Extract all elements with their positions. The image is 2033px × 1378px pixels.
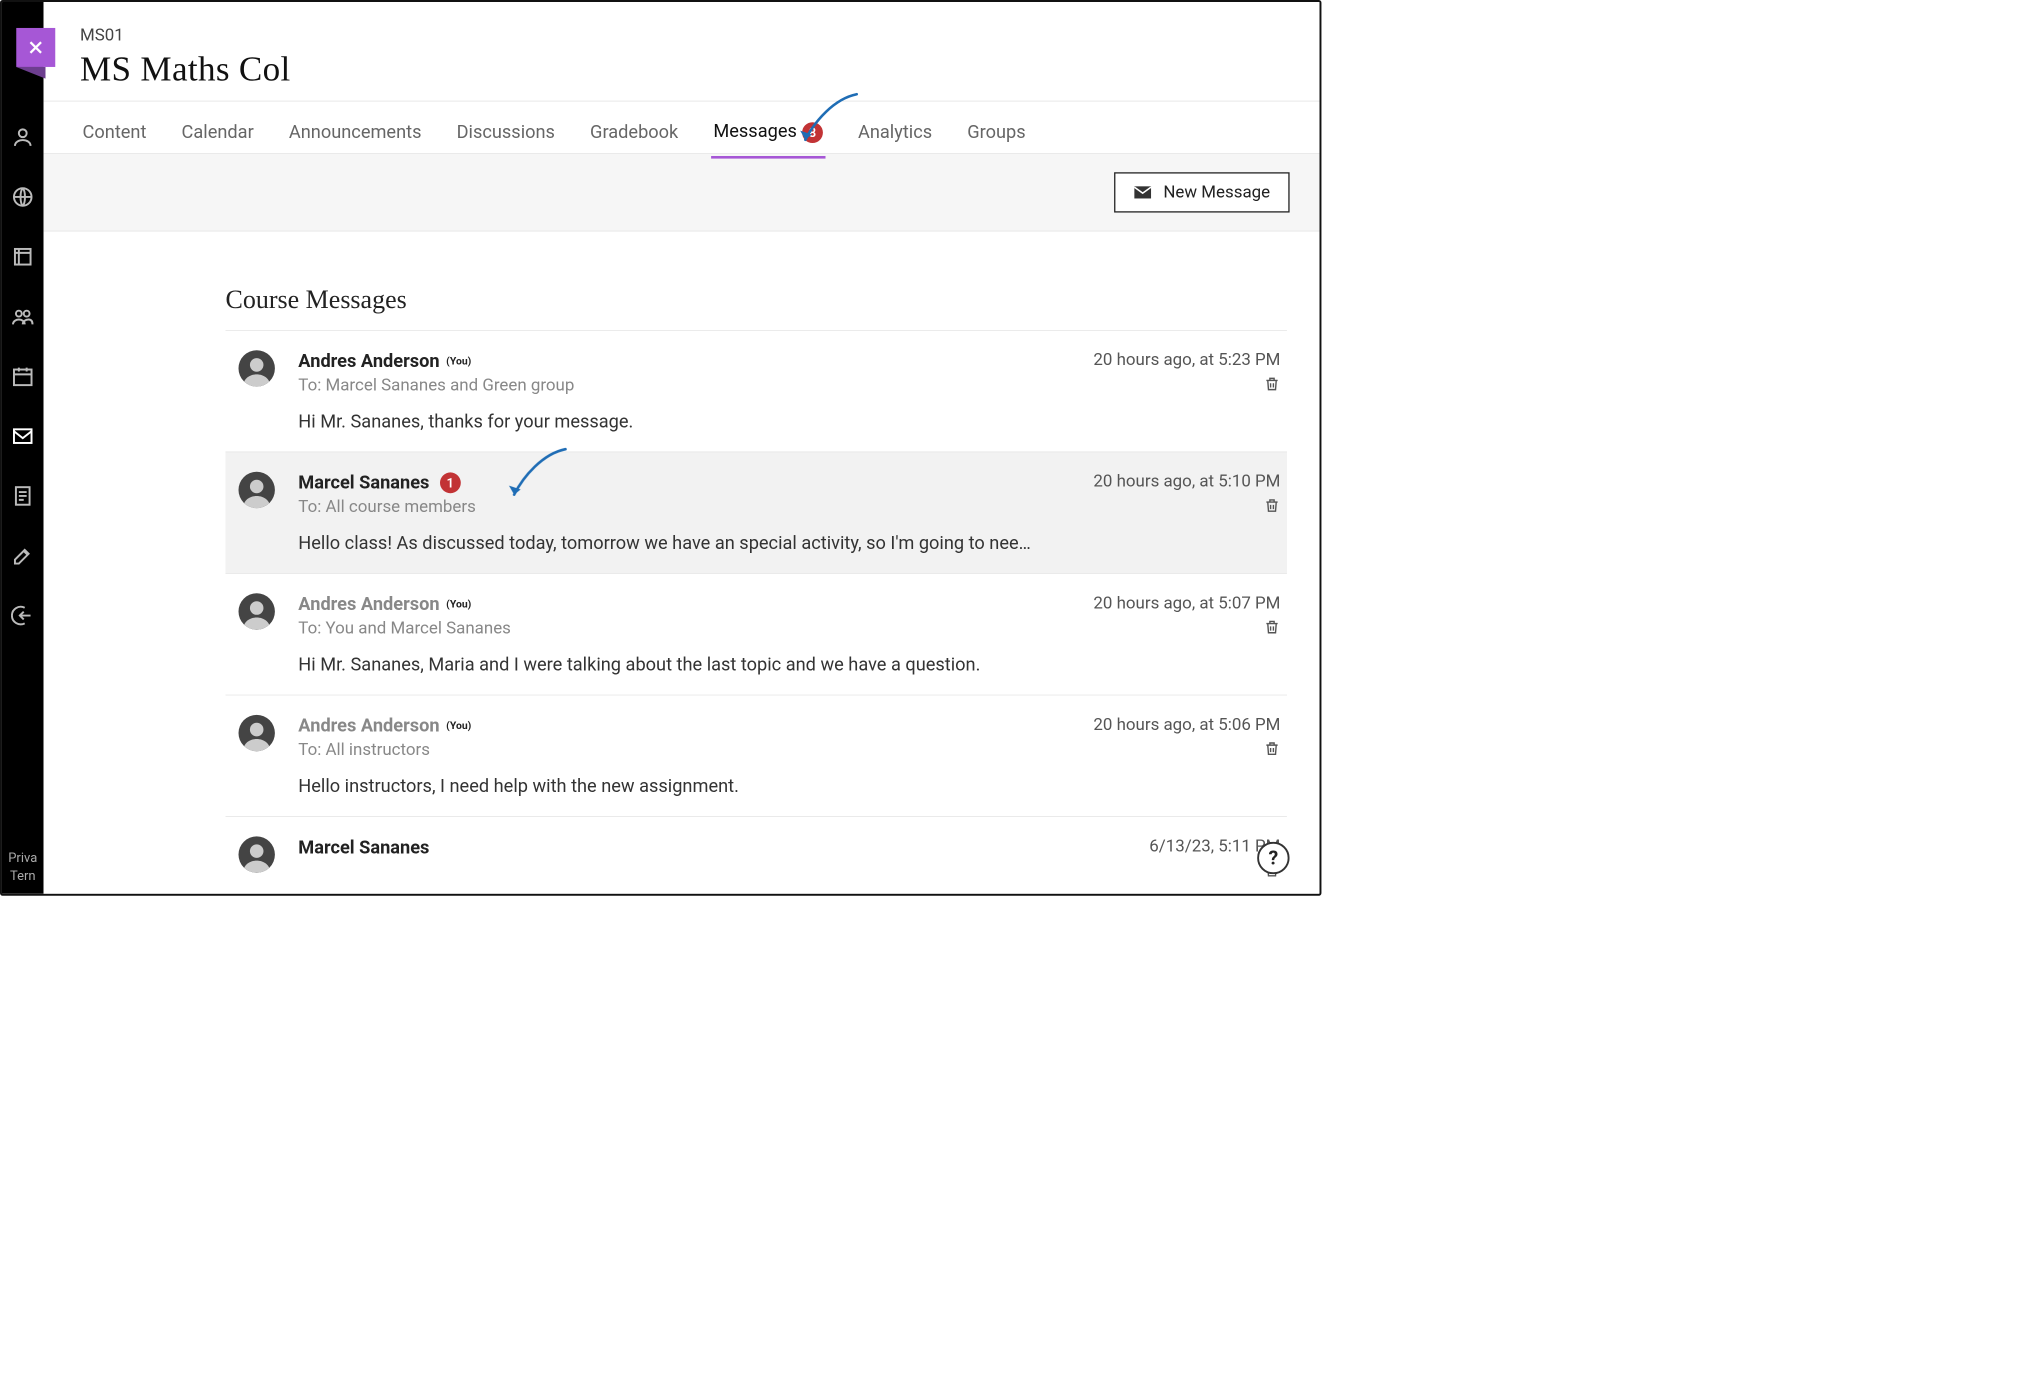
you-suffix: (You) [446, 598, 471, 610]
tab-announcements[interactable]: Announcements [286, 106, 424, 157]
course-title: MS Maths Col [80, 49, 1320, 89]
tab-label: Groups [967, 121, 1025, 142]
message-sender: Marcel Sananes [298, 837, 429, 858]
signout-icon[interactable] [11, 604, 34, 627]
message-timestamp: 20 hours ago, at 5:23 PM [1060, 350, 1281, 370]
messages-icon[interactable] [11, 424, 34, 447]
tab-discussions[interactable]: Discussions [454, 106, 558, 157]
message-snippet: Hello instructors, I need help with the … [298, 775, 1036, 796]
message-timestamp: 6/13/23, 5:11 PM [1060, 837, 1281, 857]
message-meta: 20 hours ago, at 5:23 PM [1060, 350, 1281, 432]
delete-message-button[interactable] [1264, 618, 1281, 636]
compose-icon[interactable] [11, 544, 34, 567]
message-meta: 20 hours ago, at 5:07 PM [1060, 593, 1281, 675]
delete-message-button[interactable] [1264, 740, 1281, 758]
delete-message-button[interactable] [1264, 497, 1281, 515]
messages-scroll[interactable]: Course Messages Andres Anderson (You) To:… [44, 261, 1320, 894]
message-timestamp: 20 hours ago, at 5:07 PM [1060, 593, 1281, 613]
message-body: Andres Anderson (You) To: All instructors… [298, 715, 1036, 797]
message-meta: 6/13/23, 5:11 PM [1060, 837, 1281, 883]
message-recipients: To: You and Marcel Sananes [298, 619, 1036, 639]
message-snippet: Hi Mr. Sananes, thanks for your message. [298, 411, 1036, 432]
message-row[interactable]: Marcel Sananes 6/13/23, 5:11 PM [226, 816, 1287, 893]
tab-groups[interactable]: Groups [965, 106, 1029, 157]
message-body: Andres Anderson (You) To: You and Marcel … [298, 593, 1036, 675]
message-recipients: To: All instructors [298, 740, 1036, 760]
tab-label: Announcements [289, 121, 422, 142]
globe-icon[interactable] [11, 185, 34, 208]
tab-label: Messages [713, 120, 796, 141]
you-suffix: (You) [446, 355, 471, 367]
message-sender: Andres Anderson [298, 593, 439, 614]
message-body: Marcel Sananes 1 To: All course members Hel… [298, 472, 1036, 554]
new-message-button[interactable]: New Message [1114, 172, 1290, 212]
unread-badge: 1 [440, 472, 461, 493]
tab-label: Analytics [858, 121, 932, 142]
avatar [239, 837, 275, 873]
grades-icon[interactable] [11, 484, 34, 507]
delete-message-button[interactable] [1264, 375, 1281, 393]
message-meta: 20 hours ago, at 5:06 PM [1060, 715, 1281, 797]
tab-content[interactable]: Content [80, 106, 149, 157]
message-body: Marcel Sananes [298, 837, 1036, 883]
main-panel: MS01 MS Maths Col Content Calendar Announc… [44, 2, 1320, 894]
avatar [239, 715, 275, 751]
you-suffix: (You) [446, 720, 471, 732]
left-nav-rail: Priva Tern [2, 2, 44, 894]
message-sender: Andres Anderson [298, 350, 439, 371]
messages-toolbar: New Message [44, 154, 1320, 231]
new-message-label: New Message [1163, 183, 1270, 203]
tab-label: Gradebook [590, 121, 678, 142]
avatar [239, 472, 275, 508]
message-sender: Andres Anderson [298, 715, 439, 736]
avatar [239, 593, 275, 629]
community-icon[interactable] [11, 305, 34, 328]
avatar [239, 350, 275, 386]
rail-footer: Priva Tern [2, 848, 44, 884]
message-meta: 20 hours ago, at 5:10 PM [1060, 472, 1281, 554]
profile-icon[interactable] [11, 125, 34, 148]
message-row[interactable]: Andres Anderson (You) To: All instructors… [226, 695, 1287, 817]
message-timestamp: 20 hours ago, at 5:06 PM [1060, 715, 1281, 735]
message-recipients: To: All course members [298, 497, 1036, 517]
tab-gradebook[interactable]: Gradebook [587, 106, 680, 157]
message-timestamp: 20 hours ago, at 5:10 PM [1060, 472, 1281, 492]
help-button[interactable]: ? [1257, 842, 1290, 875]
message-snippet: Hello class! As discussed today, tomorro… [298, 532, 1036, 553]
course-header: MS01 MS Maths Col [44, 2, 1320, 101]
message-row[interactable]: Andres Anderson (You) To: Marcel Sananes … [226, 330, 1287, 452]
message-row[interactable]: Marcel Sananes 1 To: All course members Hel… [226, 452, 1287, 574]
tab-analytics[interactable]: Analytics [855, 106, 934, 157]
message-snippet: Hi Mr. Sananes, Maria and I were talking… [298, 654, 1036, 675]
course-code: MS01 [80, 25, 1320, 45]
message-recipients: To: Marcel Sananes and Green group [298, 376, 1036, 396]
message-row[interactable]: Andres Anderson (You) To: You and Marcel … [226, 573, 1287, 695]
help-icon: ? [1268, 847, 1278, 870]
tab-label: Content [83, 121, 147, 142]
calendar-icon[interactable] [11, 365, 34, 388]
tab-messages[interactable]: Messages 8 [711, 106, 826, 159]
tab-label: Calendar [182, 121, 254, 142]
message-body: Andres Anderson (You) To: Marcel Sananes … [298, 350, 1036, 432]
course-tabs: Content Calendar Announcements Discussions G… [44, 101, 1320, 154]
tab-label: Discussions [457, 121, 555, 142]
close-panel-button[interactable] [16, 28, 55, 67]
tab-badge: 8 [802, 122, 823, 143]
section-title: Course Messages [226, 284, 1287, 315]
tab-calendar[interactable]: Calendar [179, 106, 256, 157]
message-sender: Marcel Sananes [298, 472, 429, 493]
courses-icon[interactable] [11, 245, 34, 268]
